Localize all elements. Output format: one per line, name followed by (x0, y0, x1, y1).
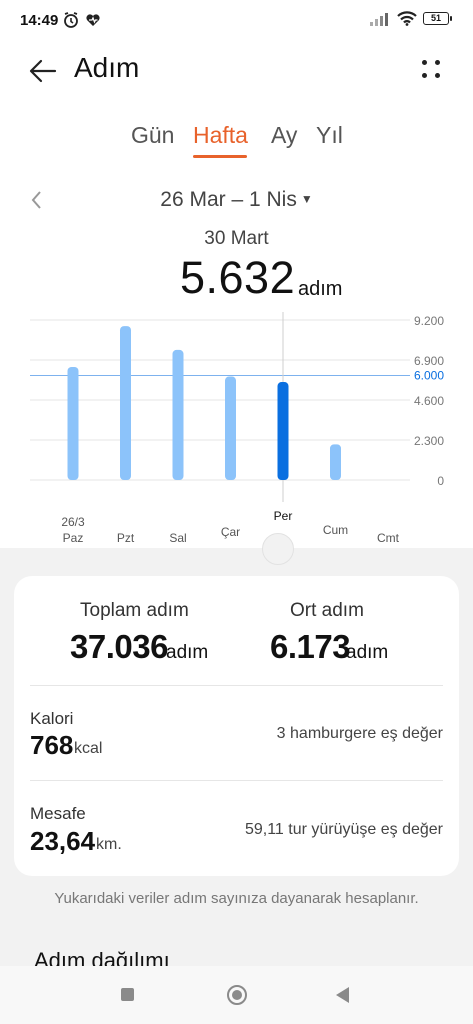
tab-month[interactable]: Ay (271, 122, 297, 149)
summary-card: Toplam adım 37.036 adım Ort adım 6.173 a… (14, 576, 459, 876)
date-range-label: 26 Mar – 1 Nis (160, 188, 297, 211)
signal-icon (370, 12, 388, 26)
distance-value: 23,64 (30, 826, 96, 856)
battery-icon: 51 (423, 12, 452, 25)
recent-apps-button[interactable] (121, 988, 134, 1001)
x-tick-label: Sal (169, 531, 186, 545)
caret-down-icon: ▼ (300, 192, 313, 206)
distance-label: Mesafe (30, 804, 86, 823)
chart-bar (277, 382, 289, 480)
date-range-selector[interactable]: 26 Mar – 1 Nis ▼ (0, 188, 473, 212)
total-steps-value: 37.036 (70, 628, 168, 665)
y-tick-label: 2.300 (414, 434, 444, 448)
page-title: Adım (74, 52, 140, 83)
chart-bar (67, 366, 79, 480)
calories-label: Kalori (30, 709, 74, 728)
goal-label: 6.000 (414, 369, 444, 383)
calories-unit: kcal (74, 740, 103, 757)
selected-day-label: 30 Mart (204, 228, 269, 249)
tab-day[interactable]: Gün (131, 122, 174, 149)
selected-steps-value: 5.632 (180, 252, 296, 303)
tab-year[interactable]: Yıl (316, 122, 343, 149)
home-button[interactable] (227, 985, 247, 1005)
chart-scroll-handle[interactable] (262, 533, 294, 565)
total-steps-label: Toplam adım (80, 600, 189, 621)
calories-equivalent: 3 hamburgere eş değer (276, 725, 443, 742)
chart-bar (120, 326, 131, 480)
status-bar: 14:49 51 (0, 0, 473, 40)
x-tick-label: Per (274, 509, 293, 523)
status-time: 14:49 (20, 12, 59, 29)
avg-steps-value: 6.173 (270, 628, 351, 665)
health-heart-icon (86, 14, 100, 26)
back-button[interactable] (26, 54, 60, 88)
divider (30, 685, 443, 686)
alarm-icon (64, 12, 78, 28)
avg-steps-unit: adım (346, 642, 389, 663)
x-tick-label: Cmt (377, 531, 400, 545)
avg-steps-label: Ort adım (290, 600, 364, 621)
y-tick-label: 6.900 (414, 354, 444, 368)
selected-steps-unit: adım (298, 278, 343, 300)
x-tick-label: Paz (63, 531, 84, 545)
system-back-button[interactable] (336, 987, 349, 1003)
distance-unit: km. (96, 836, 122, 853)
active-tab-indicator (193, 155, 247, 158)
total-steps-unit: adım (166, 642, 209, 663)
y-tick-label: 0 (437, 474, 444, 488)
calories-value: 768 (30, 730, 74, 760)
wifi-icon (397, 11, 417, 26)
more-options-button[interactable] (421, 56, 445, 84)
x-tick-label: Pzt (117, 531, 135, 545)
top-panel: 14:49 51 Adım Gün Hafta Ay Yıl 26 Mar – … (0, 0, 473, 548)
weekly-steps-chart[interactable]: 9.200 6.900 4.600 2.300 0 6.000 Paz 26/3 Pzt Sal Ç… (0, 300, 473, 550)
y-tick-label: 9.200 (414, 314, 444, 328)
x-tick-label: Çar (221, 525, 240, 539)
chart-bar (330, 444, 341, 480)
divider (30, 780, 443, 781)
tab-week[interactable]: Hafta (193, 122, 248, 149)
x-date-label: 26/3 (61, 515, 85, 529)
chart-bar (172, 349, 184, 480)
system-navigation-bar (0, 966, 473, 1024)
back-arrow-icon (29, 59, 57, 83)
y-tick-label: 4.600 (414, 394, 444, 408)
x-tick-label: Cum (323, 523, 348, 537)
distance-equivalent: 59,11 tur yürüyüşe eş değer (244, 821, 443, 838)
chart-bar (225, 376, 236, 480)
footnote: Yukarıdaki veriler adım sayınıza dayanar… (54, 890, 419, 907)
